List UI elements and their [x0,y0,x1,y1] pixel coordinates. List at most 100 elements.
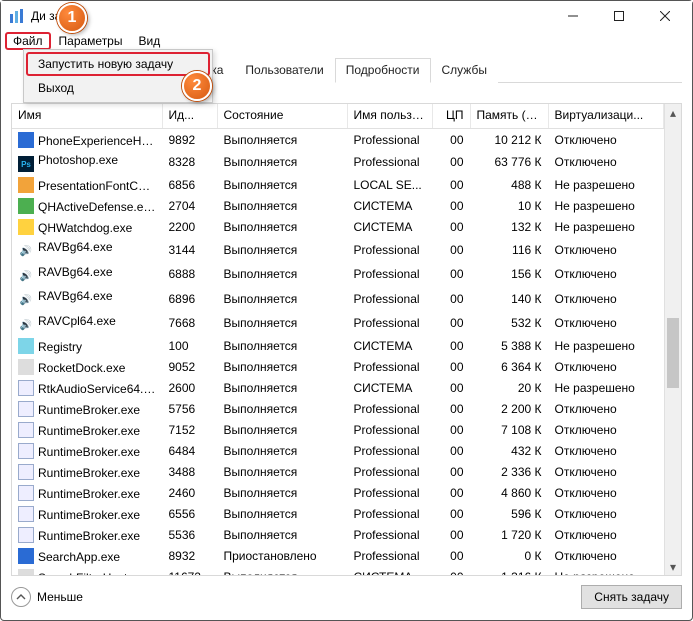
menu-file[interactable]: Файл [5,32,51,50]
table-row[interactable]: QHWatchdog.exe2200ВыполняетсяСИСТЕМА0013… [12,217,664,238]
col-name[interactable]: Имя [12,104,162,129]
cell-name: RocketDock.exe [12,357,162,378]
menu-view[interactable]: Вид [130,32,168,50]
table-row[interactable]: RuntimeBroker.exe7152ВыполняетсяProfessi… [12,420,664,441]
table-row[interactable]: RuntimeBroker.exe2460ВыполняетсяProfessi… [12,483,664,504]
table-row[interactable]: RuntimeBroker.exe5536ВыполняетсяProfessi… [12,525,664,546]
table-row[interactable]: RuntimeBroker.exe5756ВыполняетсяProfessi… [12,399,664,420]
cell-user: Professional [347,150,432,175]
table-row[interactable]: RuntimeBroker.exe3488ВыполняетсяProfessi… [12,462,664,483]
table-row[interactable]: QHActiveDefense.exe2704ВыполняетсяСИСТЕМ… [12,196,664,217]
cell-virtualization: Отключено [548,420,664,441]
table-row[interactable]: RocketDock.exe9052ВыполняетсяProfessiona… [12,357,664,378]
close-button[interactable] [642,1,688,31]
cell-user: Professional [347,462,432,483]
cell-state: Выполняется [217,196,347,217]
vertical-scrollbar[interactable]: ▴ ▾ [664,104,681,575]
scroll-down-icon[interactable]: ▾ [665,558,681,575]
cell-state: Выполняется [217,175,347,196]
cell-cpu: 00 [432,287,470,312]
menu-run-new-task[interactable]: Запустить новую задачу [26,52,210,76]
cell-pid: 3144 [162,238,217,263]
cell-pid: 9892 [162,129,217,151]
cell-user: Professional [347,504,432,525]
scroll-thumb[interactable] [667,318,679,388]
table-row[interactable]: 🔊RAVBg64.exe3144ВыполняетсяProfessional0… [12,238,664,263]
cell-virtualization: Не разрешено [548,378,664,399]
cell-name: RuntimeBroker.exe [12,420,162,441]
cell-name: RtkAudioService64.exe [12,378,162,399]
cell-memory: 63 776 К [470,150,548,175]
maximize-button[interactable] [596,1,642,31]
cell-memory: 4 860 К [470,483,548,504]
cell-pid: 5536 [162,525,217,546]
cell-cpu: 00 [432,217,470,238]
cell-name: PsPhotoshop.exe [12,150,162,175]
cell-state: Выполняется [217,238,347,263]
cell-cpu: 00 [432,262,470,287]
table-header-row: Имя Ид... Состояние Имя пользо... ЦП Пам… [12,104,664,129]
cell-name: 🔊RAVBg64.exe [12,287,162,312]
table-row[interactable]: Registry100ВыполняетсяСИСТЕМА005 388 КНе… [12,336,664,357]
minimize-button[interactable] [550,1,596,31]
cell-user: СИСТЕМА [347,217,432,238]
cell-state: Выполняется [217,504,347,525]
cell-memory: 156 К [470,262,548,287]
cell-user: Professional [347,525,432,546]
cell-memory: 596 К [470,504,548,525]
table-row[interactable]: RtkAudioService64.exe2600ВыполняетсяСИСТ… [12,378,664,399]
table-row[interactable]: PresentationFontCac...6856ВыполняетсяLOC… [12,175,664,196]
tab-services[interactable]: Службы [431,58,498,83]
cell-user: СИСТЕМА [347,567,432,576]
table-row[interactable]: RuntimeBroker.exe6484ВыполняетсяProfessi… [12,441,664,462]
end-task-button[interactable]: Снять задачу [581,585,682,609]
table-row[interactable]: PsPhotoshop.exe8328ВыполняетсяProfession… [12,150,664,175]
cell-user: Professional [347,262,432,287]
cell-memory: 1 720 К [470,525,548,546]
tab-details[interactable]: Подробности [335,58,431,83]
scroll-track[interactable] [665,121,681,558]
cell-state: Выполняется [217,262,347,287]
table-row[interactable]: 🔊RAVCpl64.exe7668ВыполняетсяProfessional… [12,311,664,336]
col-memory[interactable]: Память (а... [470,104,548,129]
cell-state: Выполняется [217,217,347,238]
cell-state: Выполняется [217,441,347,462]
cell-name: PhoneExperienceHo... [12,129,162,151]
scroll-up-icon[interactable]: ▴ [665,104,681,121]
cell-pid: 11672 [162,567,217,576]
process-icon [18,422,34,438]
cell-user: Professional [347,420,432,441]
cell-memory: 432 К [470,441,548,462]
chevron-up-icon [11,587,31,607]
table-row[interactable]: SearchApp.exe8932ПриостановленоProfessio… [12,546,664,567]
col-cpu[interactable]: ЦП [432,104,470,129]
cell-state: Выполняется [217,567,347,576]
cell-memory: 2 336 К [470,462,548,483]
fewer-details-button[interactable]: Меньше [11,587,83,607]
menu-options[interactable]: Параметры [51,32,131,50]
table-row[interactable]: RuntimeBroker.exe6556ВыполняетсяProfessi… [12,504,664,525]
cell-user: Professional [347,311,432,336]
cell-name: RuntimeBroker.exe [12,504,162,525]
table-row[interactable]: SearchFilterHost.exe11672ВыполняетсяСИСТ… [12,567,664,576]
table-row[interactable]: PhoneExperienceHo...9892ВыполняетсяProfe… [12,129,664,151]
cell-pid: 6556 [162,504,217,525]
cell-user: СИСТЕМА [347,378,432,399]
table-row[interactable]: 🔊RAVBg64.exe6896ВыполняетсяProfessional0… [12,287,664,312]
window-title: Ди задач [31,9,550,23]
menu-bar: Файл Параметры Вид [1,31,692,51]
process-icon: 🔊 [18,244,34,260]
col-state[interactable]: Состояние [217,104,347,129]
col-pid[interactable]: Ид... [162,104,217,129]
title-bar: Ди задач [1,1,692,31]
col-virtualization[interactable]: Виртуализаци... [548,104,664,129]
cell-user: СИСТЕМА [347,336,432,357]
cell-state: Выполняется [217,311,347,336]
table-row[interactable]: 🔊RAVBg64.exe6888ВыполняетсяProfessional0… [12,262,664,287]
process-icon [18,219,34,235]
cell-cpu: 00 [432,441,470,462]
col-user[interactable]: Имя пользо... [347,104,432,129]
cell-user: LOCAL SE... [347,175,432,196]
tab-users[interactable]: Пользователи [234,58,334,83]
cell-virtualization: Отключено [548,525,664,546]
